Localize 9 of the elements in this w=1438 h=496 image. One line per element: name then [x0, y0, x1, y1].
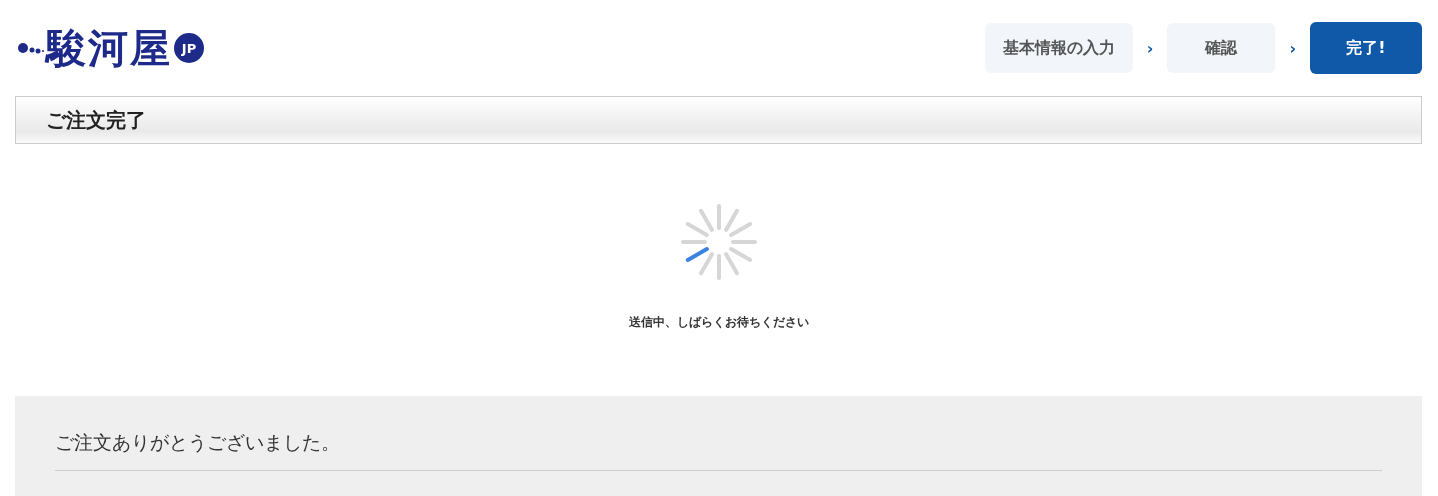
thanks-heading: ご注文ありがとうございました。	[55, 430, 1382, 471]
loading-spinner-icon	[679, 202, 759, 282]
step-separator: ›	[1146, 38, 1154, 58]
loading-message: 送信中、しばらくお待ちください	[629, 314, 809, 331]
page-title: ご注文完了	[46, 106, 146, 134]
logo-badge: JP	[174, 33, 204, 63]
step-separator: ›	[1289, 38, 1296, 58]
logo-text[interactable]: 駿河屋	[46, 20, 172, 76]
dots-icon	[18, 41, 44, 55]
